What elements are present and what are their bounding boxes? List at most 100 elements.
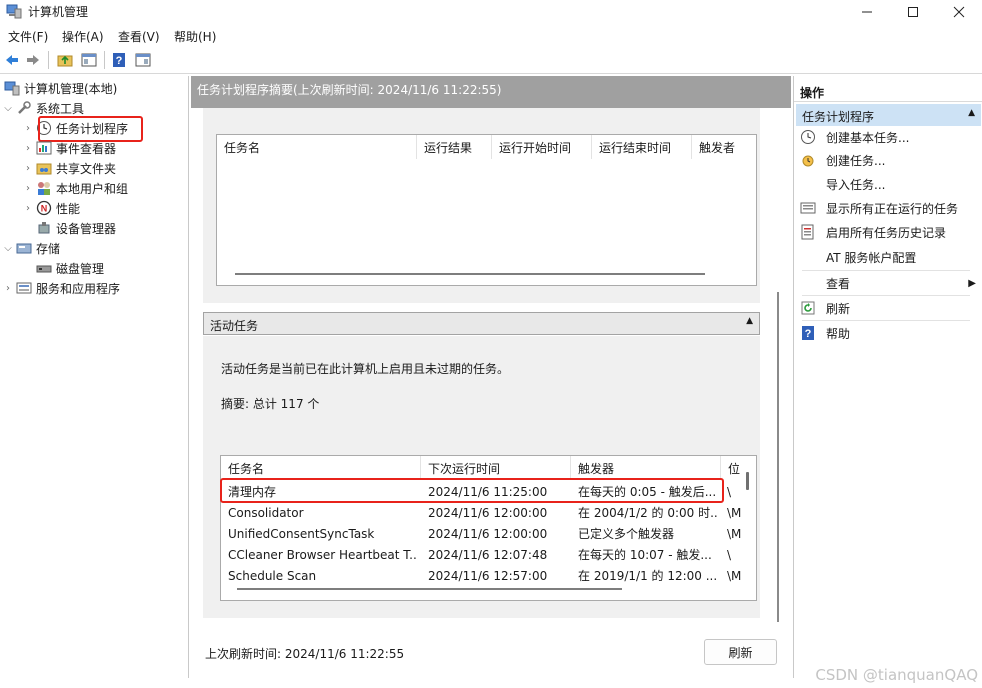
navigation-tree: 计算机管理(本地) ⌵ 系统工具 › 任务计划程序 › 事件查看器 › 共享文件… xyxy=(0,76,189,678)
maximize-button[interactable] xyxy=(890,0,936,24)
action-import-task[interactable]: 导入任务... xyxy=(800,173,885,195)
table-row[interactable]: Schedule Scan 2024/11/6 12:57:00 在 2019/… xyxy=(221,565,745,586)
help-icon: ? xyxy=(800,325,816,341)
next-run-cell: 2024/11/6 12:57:00 xyxy=(428,568,548,583)
computer-management-icon xyxy=(6,3,22,19)
menu-file[interactable]: 文件(F) xyxy=(8,28,48,45)
disk-icon xyxy=(36,260,52,276)
col-header-location[interactable]: 位 xyxy=(721,456,745,480)
tree-item-local-users[interactable]: › 本地用户和组 xyxy=(22,178,128,198)
col-header-task-name[interactable]: 任务名 xyxy=(217,135,417,159)
tree-item-services-apps[interactable]: › 服务和应用程序 xyxy=(2,278,120,298)
chevron-right-icon[interactable]: › xyxy=(22,203,34,214)
active-tasks-title: 活动任务 xyxy=(210,319,259,333)
tree-item-performance[interactable]: › N 性能 xyxy=(22,198,80,218)
tree-item-event-viewer[interactable]: › 事件查看器 xyxy=(22,138,116,158)
action-label: 导入任务... xyxy=(826,177,886,192)
action-show-running-tasks[interactable]: 显示所有正在运行的任务 xyxy=(800,197,958,219)
grid-horizontal-scrollbar[interactable] xyxy=(237,588,622,590)
tree-label-services-apps: 服务和应用程序 xyxy=(36,281,121,296)
tree-root[interactable]: 计算机管理(本地) xyxy=(2,78,117,98)
active-tasks-grid[interactable]: 任务名 下次运行时间 触发器 位 清理内存 2024/11/6 11:25:00… xyxy=(220,455,757,601)
collapse-arrow-icon[interactable]: ▲ xyxy=(968,108,975,118)
action-at-service-config[interactable]: AT 服务帐户配置 xyxy=(800,246,916,268)
grid-vertical-scrollbar[interactable] xyxy=(746,472,749,490)
trigger-cell: 已定义多个触发器 xyxy=(578,527,675,541)
chevron-down-icon[interactable]: ⌵ xyxy=(2,103,14,114)
tree-label-shared-folders: 共享文件夹 xyxy=(56,161,117,176)
action-refresh[interactable]: 刷新 xyxy=(800,297,850,319)
center-pane: 任务计划程序摘要(上次刷新时间: 2024/11/6 11:22:55) 任务名… xyxy=(191,76,791,678)
tree-item-disk-management[interactable]: 磁盘管理 xyxy=(34,258,104,278)
tree-label-device-manager: 设备管理器 xyxy=(56,221,117,236)
chevron-right-icon[interactable]: › xyxy=(2,283,14,294)
minimize-button[interactable] xyxy=(844,0,890,24)
horizontal-scrollbar[interactable] xyxy=(235,273,705,275)
collapse-arrow-icon[interactable]: ▲ xyxy=(746,316,753,326)
action-enable-history[interactable]: 启用所有任务历史记录 xyxy=(800,221,946,243)
actions-pane: 操作 任务计划程序 ▲ 创建基本任务... 创建任务... 导入任务... 显示… xyxy=(793,76,982,678)
tree-label-performance: 性能 xyxy=(56,201,81,216)
chevron-right-icon[interactable]: › xyxy=(22,163,34,174)
trigger-cell: 在 2019/1/1 的 12:00 ... xyxy=(578,569,718,583)
location-cell: \ xyxy=(727,547,732,562)
action-create-basic-task[interactable]: 创建基本任务... xyxy=(800,126,909,148)
location-cell: \M xyxy=(727,526,742,541)
computer-icon xyxy=(4,80,20,96)
menu-help[interactable]: 帮助(H) xyxy=(174,28,216,45)
at-service-icon xyxy=(800,249,816,265)
chevron-down-icon[interactable]: ⌵ xyxy=(2,243,14,254)
up-folder-icon[interactable] xyxy=(56,51,74,69)
action-label: 启用所有任务历史记录 xyxy=(826,225,947,240)
task-name-cell: CCleaner Browser Heartbeat T... xyxy=(228,547,418,562)
action-help[interactable]: ? 帮助 xyxy=(800,322,850,344)
col-header-task-name[interactable]: 任务名 xyxy=(221,456,421,480)
summary-header: 任务计划程序摘要(上次刷新时间: 2024/11/6 11:22:55) xyxy=(191,76,791,108)
col-header-next-run[interactable]: 下次运行时间 xyxy=(421,456,571,480)
col-header-triggered-by[interactable]: 触发者 xyxy=(692,135,756,159)
chevron-right-icon[interactable]: › xyxy=(22,123,34,134)
menu-view[interactable]: 查看(V) xyxy=(118,28,160,45)
table-row[interactable]: Consolidator 2024/11/6 12:00:00 在 2004/1… xyxy=(221,502,745,523)
toolbar: ? xyxy=(0,46,982,74)
forward-icon[interactable] xyxy=(24,51,42,69)
col-header-run-result[interactable]: 运行结果 xyxy=(417,135,492,159)
action-view[interactable]: 查看 ▶ xyxy=(800,272,976,294)
menu-action[interactable]: 操作(A) xyxy=(62,28,104,45)
performance-icon: N xyxy=(36,200,52,216)
active-tasks-bar[interactable]: 活动任务 ▲ xyxy=(203,312,760,335)
services-icon xyxy=(16,280,32,296)
tree-root-label: 计算机管理(本地) xyxy=(24,81,118,96)
col-header-run-end[interactable]: 运行结束时间 xyxy=(592,135,692,159)
table-row[interactable]: CCleaner Browser Heartbeat T... 2024/11/… xyxy=(221,544,745,565)
vertical-scrollbar[interactable] xyxy=(777,292,779,622)
tree-item-shared-folders[interactable]: › 共享文件夹 xyxy=(22,158,116,178)
back-icon[interactable] xyxy=(3,51,21,69)
refresh-button[interactable]: 刷新 xyxy=(704,639,777,665)
help-icon[interactable]: ? xyxy=(110,51,128,69)
col-header-run-start[interactable]: 运行开始时间 xyxy=(492,135,592,159)
event-viewer-icon xyxy=(36,140,52,156)
task-name-cell: UnifiedConsentSyncTask xyxy=(228,526,375,541)
tree-item-system-tools[interactable]: ⌵ 系统工具 xyxy=(2,98,84,118)
task-name-cell: Schedule Scan xyxy=(228,568,317,583)
tree-item-device-manager[interactable]: 设备管理器 xyxy=(34,218,116,238)
actions-group-task-scheduler[interactable]: 任务计划程序 ▲ xyxy=(796,104,981,126)
chevron-right-icon[interactable]: › xyxy=(22,143,34,154)
action-label: AT 服务帐户配置 xyxy=(826,250,917,265)
tree-item-storage[interactable]: ⌵ 存储 xyxy=(2,238,60,258)
col-header-trigger[interactable]: 触发器 xyxy=(571,456,721,480)
close-button[interactable] xyxy=(936,0,982,24)
tree-label-local-users: 本地用户和组 xyxy=(56,181,129,196)
task-status-grid[interactable]: 任务名 运行结果 运行开始时间 运行结束时间 触发者 xyxy=(216,134,757,286)
window-title: 计算机管理 xyxy=(28,5,89,19)
refresh-icon xyxy=(800,300,816,316)
action-create-task[interactable]: 创建任务... xyxy=(800,149,885,171)
task-name-cell: Consolidator xyxy=(228,505,304,520)
chevron-right-icon[interactable]: › xyxy=(22,183,34,194)
show-action-pane-icon[interactable] xyxy=(134,51,152,69)
active-tasks-summary: 摘要: 总计 117 个 xyxy=(221,397,320,411)
next-run-cell: 2024/11/6 12:00:00 xyxy=(428,526,548,541)
show-hide-tree-icon[interactable] xyxy=(80,51,98,69)
table-row[interactable]: UnifiedConsentSyncTask 2024/11/6 12:00:0… xyxy=(221,523,745,544)
